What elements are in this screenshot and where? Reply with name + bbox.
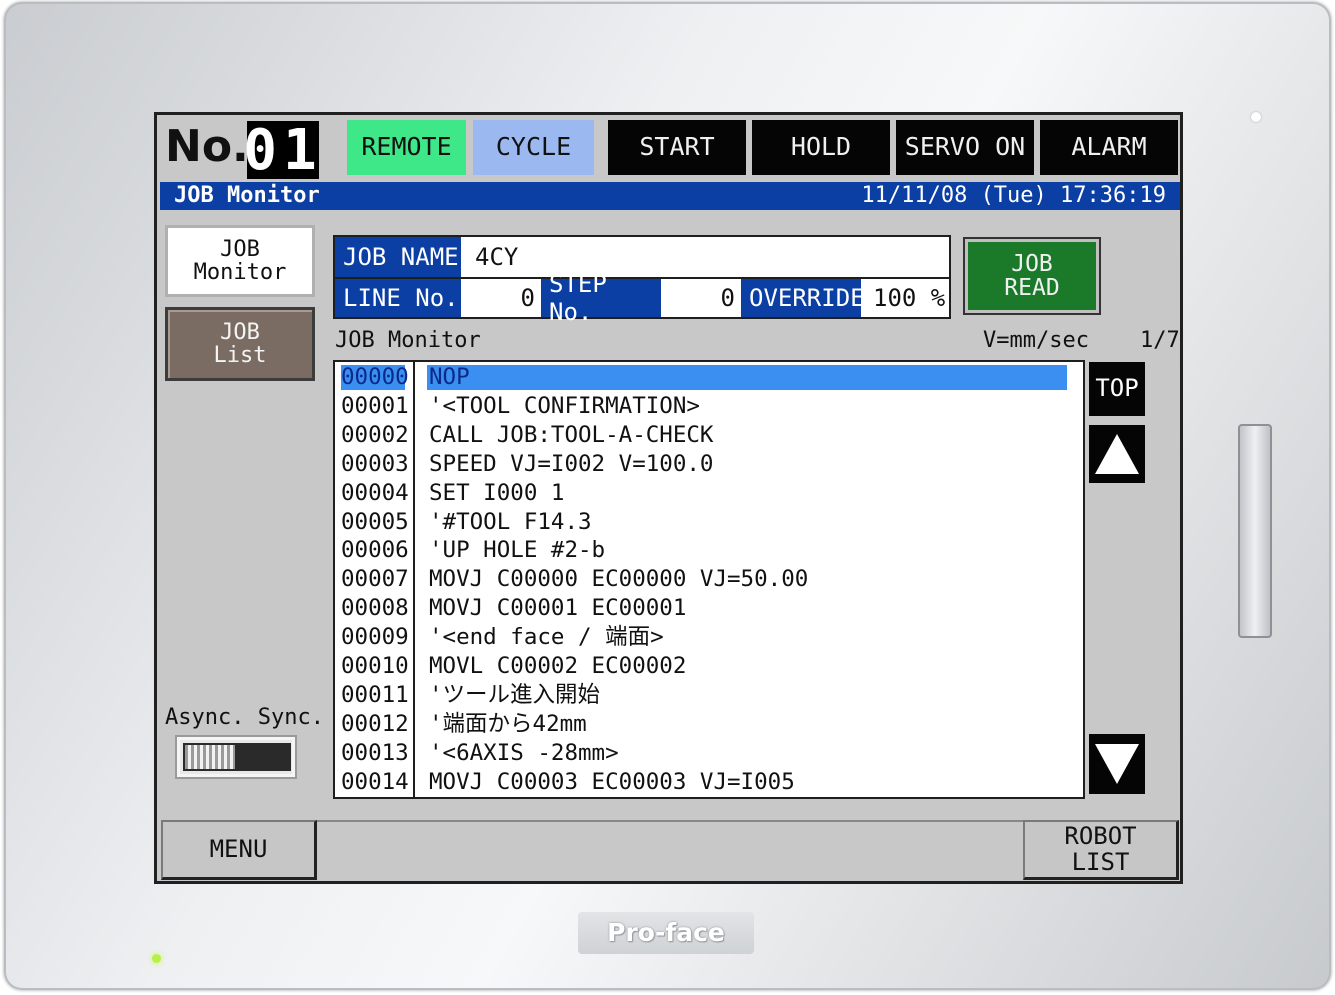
command-text: '端面から42mm <box>429 710 587 737</box>
async-sync-label: Async. Sync. <box>165 705 324 730</box>
command-text: '<end face / 端面> <box>429 624 664 651</box>
list-item[interactable]: 00011 'ツール進入開始 <box>335 681 1083 710</box>
list-item[interactable]: 00003 SPEED VJ=I002 V=100.0 <box>335 450 1083 479</box>
remote-button[interactable]: REMOTE <box>345 118 468 177</box>
command-text: 'UP HOLE #2-b <box>429 537 606 564</box>
title-bar: JOB Monitor 11/11/08 (Tue) 17:36:19 <box>160 182 1180 210</box>
job-monitor-button[interactable]: JOB Monitor <box>165 225 315 297</box>
command-text: MOVJ C00000 EC00000 VJ=50.00 <box>429 566 809 593</box>
start-button[interactable]: START <box>606 118 748 177</box>
override-value: 100 % <box>861 279 949 317</box>
speed-unit: V=mm/sec <box>983 328 1089 353</box>
menu-button[interactable]: MENU <box>161 820 317 880</box>
switch-knob[interactable] <box>185 745 235 769</box>
line-number: 00002 <box>341 421 409 448</box>
line-number: 00010 <box>341 653 409 679</box>
list-item[interactable]: 00002 CALL JOB:TOOL-A-CHECK <box>335 421 1083 450</box>
line-number: 00006 <box>341 537 409 564</box>
line-number: 00003 <box>341 450 409 477</box>
command-text: 'ツール進入開始 <box>429 681 601 708</box>
job-name-label: JOB NAME <box>335 237 461 277</box>
list-item[interactable]: 00004 SET I000 1 <box>335 479 1083 508</box>
line-no-label: LINE No. <box>335 279 461 317</box>
monitor-title: JOB Monitor <box>335 328 481 353</box>
page-indicator: 1/7 <box>1140 328 1180 353</box>
hmi-screen: No. 01 REMOTE CYCLE START HOLD SERVO ON … <box>154 112 1183 884</box>
scroll-down-button[interactable] <box>1087 732 1147 796</box>
list-item[interactable]: 00012 '端面から42mm <box>335 710 1083 739</box>
list-item[interactable]: 00000 NOP <box>335 363 1083 392</box>
line-number: 00014 <box>341 768 409 795</box>
hold-button[interactable]: HOLD <box>750 118 892 177</box>
line-no-value: 0 <box>461 279 541 317</box>
line-number: 00011 <box>341 681 409 708</box>
list-item[interactable]: 00014 MOVJ C00003 EC00003 VJ=I005 <box>335 768 1083 797</box>
line-number: 00009 <box>341 624 409 651</box>
command-text: NOP <box>429 364 470 390</box>
job-no-label: No. <box>165 121 249 172</box>
command-text: SPEED VJ=I002 V=100.0 <box>429 450 714 477</box>
job-no-value: 01 <box>243 117 323 183</box>
power-led <box>152 954 161 963</box>
command-text: '<6AXIS -28mm> <box>429 739 619 766</box>
list-item[interactable]: 00001 '<TOOL CONFIRMATION> <box>335 392 1083 421</box>
line-number: 00008 <box>341 595 409 622</box>
side-handle <box>1238 424 1272 638</box>
robot-list-button[interactable]: ROBOT LIST <box>1023 820 1179 880</box>
status-dot <box>1251 112 1261 122</box>
job-list-button[interactable]: JOB List <box>165 307 315 381</box>
selection-highlight <box>427 365 1067 390</box>
command-text: CALL JOB:TOOL-A-CHECK <box>429 421 714 448</box>
async-sync-switch[interactable] <box>175 735 297 779</box>
list-item[interactable]: 00010 MOVL C00002 EC00002 <box>335 652 1083 681</box>
step-no-label: STEP No. <box>541 270 661 326</box>
job-info-table: JOB NAME 4CY LINE No. 0 STEP No. 0 OVERR… <box>333 235 951 326</box>
brand-logo: Pro-face <box>578 912 754 954</box>
step-no-value: 0 <box>661 279 741 317</box>
datetime: 11/11/08 (Tue) 17:36:19 <box>861 183 1166 208</box>
line-number: 00012 <box>341 710 409 737</box>
command-text: MOVJ C00003 EC00003 VJ=I005 <box>429 768 795 795</box>
job-listing[interactable]: 00000 NOP 00001 '<TOOL CONFIRMATION> 00002 CA… <box>333 360 1085 799</box>
command-text: MOVL C00002 EC00002 <box>429 653 687 679</box>
list-item[interactable]: 00006 'UP HOLE #2-b <box>335 536 1083 565</box>
top-button[interactable]: TOP <box>1087 360 1147 418</box>
line-number: 00013 <box>341 739 409 766</box>
line-number: 00005 <box>341 508 409 535</box>
list-item[interactable]: 00005 '#TOOL F14.3 <box>335 508 1083 537</box>
override-label: OVERRIDE <box>741 279 865 317</box>
servo-on-button[interactable]: SERVO ON <box>894 118 1036 177</box>
list-item[interactable]: 00009 '<end face / 端面> <box>335 623 1083 652</box>
line-number: 00001 <box>341 392 409 419</box>
command-text: '#TOOL F14.3 <box>429 508 592 535</box>
line-number: 00004 <box>341 479 409 506</box>
line-number: 00007 <box>341 566 409 593</box>
job-read-button[interactable]: JOB READ <box>965 239 1099 313</box>
command-text: '<TOOL CONFIRMATION> <box>429 392 700 419</box>
footer-strip <box>317 820 1023 880</box>
list-item[interactable]: 00013 '<6AXIS -28mm> <box>335 739 1083 768</box>
job-name-value: 4CY <box>461 237 949 277</box>
triangle-up-icon <box>1095 434 1139 474</box>
list-item[interactable]: 00007 MOVJ C00000 EC00000 VJ=50.00 <box>335 565 1083 594</box>
line-number: 00000 <box>341 364 409 390</box>
screen-title: JOB Monitor <box>174 183 320 208</box>
command-text: SET I000 1 <box>429 479 565 506</box>
cycle-button[interactable]: CYCLE <box>471 118 596 177</box>
alarm-button[interactable]: ALARM <box>1038 118 1180 177</box>
list-item[interactable]: 00008 MOVJ C00001 EC00001 <box>335 594 1083 623</box>
scroll-up-button[interactable] <box>1087 423 1147 485</box>
command-text: MOVJ C00001 EC00001 <box>429 595 687 622</box>
triangle-down-icon <box>1095 744 1139 784</box>
